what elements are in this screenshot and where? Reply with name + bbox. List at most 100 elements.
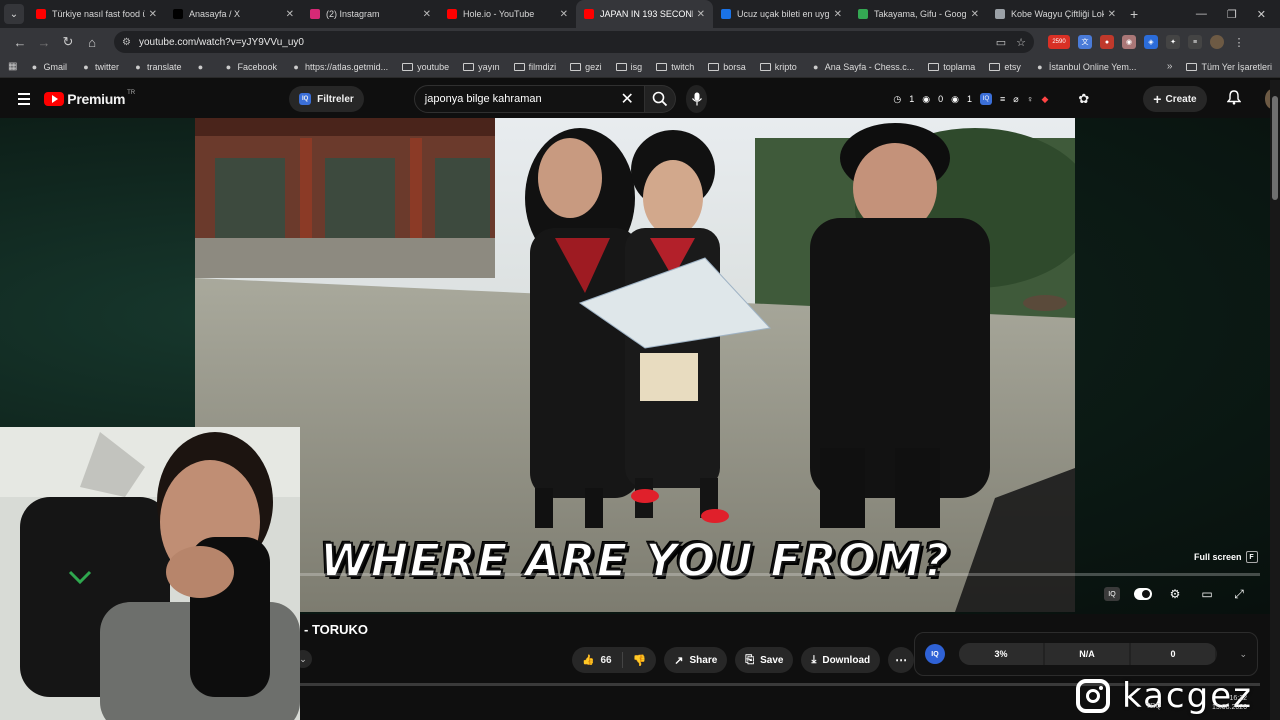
gift-icon[interactable]: ✿ [1078,91,1089,107]
tab-close-icon[interactable]: ✕ [834,9,842,20]
bookmark-folder[interactable]: etsy [989,62,1021,72]
extensions-puzzle-icon[interactable]: ✦ [1166,35,1180,49]
browser-tab[interactable]: Ucuz uçak bileti en uygun ✕ [713,0,850,28]
queue-icon[interactable]: ≡ [1000,94,1005,104]
theater-mode-icon[interactable]: ▭ [1198,585,1216,603]
bookmark-folder[interactable]: yayın [463,62,500,72]
bookmark-item[interactable]: ● [196,62,210,72]
back-button[interactable]: ← [8,35,32,50]
blue-extension-icon[interactable]: ◈ [1144,35,1158,49]
input-language[interactable]: TRQ [1146,703,1161,710]
minimize-icon[interactable]: — [1196,8,1207,21]
fullscreen-tooltip-text: Full screen [1194,552,1242,562]
plus-icon: + [1153,91,1162,107]
tab-close-icon[interactable]: ✕ [286,9,294,20]
browser-tab[interactable]: JAPAN IN 193 SECONDS ✕ [576,0,713,28]
clear-search-icon[interactable]: ✕ [620,89,633,109]
address-bar[interactable]: ⚙ youtube.com/watch?v=yJY9VVu_uy0 ▭ ☆ [114,31,1034,53]
like-button[interactable]: 👍 66 [572,652,623,668]
tab-close-icon[interactable]: ✕ [560,9,568,20]
settings-gear-icon[interactable]: ⚙ [1166,585,1184,603]
browser-tab[interactable]: Anasayfa / X ✕ [165,0,302,28]
youtube-premium-logo[interactable]: Premium TR [44,90,135,107]
tab-search-button[interactable]: ⌄ [4,4,24,24]
dislike-button[interactable]: 👎 [623,654,657,667]
voice-search-button[interactable] [685,85,708,113]
red-extension-icon[interactable]: ● [1100,35,1114,49]
bookmark-item[interactable]: ● Ana Sayfa - Chess.c... [811,62,914,72]
cookie-extension-icon[interactable]: ◉ [1122,35,1136,49]
thumbs-down-icon: 👎 [632,654,647,667]
apps-grid-icon[interactable]: ▦ [8,61,17,72]
guide-menu-icon[interactable] [18,93,31,105]
reload-button[interactable]: ↻ [56,34,80,50]
tab-close-icon[interactable]: ✕ [971,9,979,20]
bookmark-item[interactable]: ● Facebook [224,62,277,72]
iq-player-icon[interactable]: IQ [1104,587,1120,601]
cast-icon[interactable]: ▭ [996,36,1006,49]
download-button[interactable]: ⤓ Download [801,647,881,673]
bulb-icon[interactable]: ♀ [1027,94,1034,104]
new-tab-button[interactable]: + [1130,6,1138,22]
iq-logo[interactable]: IQ [925,644,945,664]
page-scrollbar-thumb[interactable] [1272,96,1278,200]
notifications-bell-icon[interactable] [1226,90,1242,108]
clock-date: 15.08.2026 [1212,704,1248,711]
forward-button[interactable]: → [32,35,56,50]
save-button[interactable]: ⎘ Save [735,647,794,673]
bookmark-star-icon[interactable]: ☆ [1016,36,1026,49]
iq-panel-chevron-icon[interactable]: ⌄ [1239,649,1247,660]
all-bookmarks-folder[interactable]: Tüm Yer İşaretleri [1186,62,1272,72]
bookmark-folder[interactable]: gezi [570,62,602,72]
extension-badge[interactable]: 2590 [1048,35,1070,49]
bookmark-label: İstanbul Online Yem... [1048,61,1137,72]
bookmark-folder[interactable]: youtube [402,62,449,72]
home-button[interactable]: ⌂ [80,35,104,50]
system-clock[interactable]: 16:22 15.08.2026 [1212,694,1247,712]
share-button[interactable]: ↗ Share [664,647,728,673]
iq-stats-group: 3% N/A 0 [959,643,1217,665]
bookmark-item[interactable]: ● translate [133,62,181,72]
notification-dot-icon[interactable]: ◆ [1041,94,1048,105]
iq-icon[interactable]: IQ [980,93,993,105]
browser-tab[interactable]: Türkiye nasıl fast food ülk ✕ [28,0,165,28]
browser-tab[interactable]: Kobe Wagyu Çiftliği Loka ✕ [987,0,1124,28]
browser-menu-icon[interactable]: ⋮ [1232,35,1246,49]
browser-tab[interactable]: Takayama, Gifu - Google ✕ [850,0,987,28]
tab-close-icon[interactable]: ✕ [1108,9,1116,20]
tab-close-icon[interactable]: ✕ [697,9,705,20]
bookmark-label: twitter [94,61,119,72]
block-icon[interactable]: ⌀ [1013,94,1018,105]
fullscreen-icon[interactable]: ⤢ [1230,585,1248,603]
more-actions-button[interactable]: ⋯ [888,647,915,673]
bookmark-folder[interactable]: filmdizi [513,62,556,72]
profile-avatar[interactable] [1210,35,1224,49]
bookmarks-bar: ▦ ● Gmail ● twitter ● translate ● ● Facebook ● htt… [0,56,1280,78]
site-info-icon[interactable]: ⚙ [122,37,131,48]
restore-icon[interactable]: ❐ [1227,8,1237,21]
bookmark-folder[interactable]: borsa [708,62,746,72]
search-input[interactable]: japonya bilge kahraman ✕ [413,85,645,113]
search-button[interactable] [644,85,676,113]
tab-close-icon[interactable]: ✕ [149,9,157,20]
reading-list-icon[interactable]: ≡ [1188,35,1202,49]
bookmark-item[interactable]: ● https://atlas.getmid... [291,62,388,72]
autoplay-toggle[interactable] [1134,585,1152,603]
browser-tab[interactable]: Hole.io - YouTube ✕ [439,0,576,28]
video-progress-bar[interactable] [300,573,1260,576]
create-button[interactable]: + Create [1143,86,1207,112]
bookmark-folder[interactable]: kripto [759,62,797,72]
bookmark-item[interactable]: ● İstanbul Online Yem... [1035,61,1137,72]
save-label: Save [760,654,784,666]
browser-tab[interactable]: (2) Instagram ✕ [302,0,439,28]
close-window-icon[interactable]: ✕ [1257,8,1266,21]
translate-extension-icon[interactable]: 文 [1078,35,1092,49]
bookmark-folder[interactable]: isg [615,62,642,72]
bookmark-folder[interactable]: toplama [928,62,975,72]
tab-close-icon[interactable]: ✕ [423,9,431,20]
bookmarks-overflow-icon[interactable]: » [1167,61,1173,72]
bookmark-item[interactable]: ● twitter [81,62,119,72]
bookmark-folder[interactable]: twitch [656,62,694,72]
bookmark-item[interactable]: ● Gmail [29,62,67,72]
filters-button[interactable]: IQ Filtreler [289,86,364,112]
